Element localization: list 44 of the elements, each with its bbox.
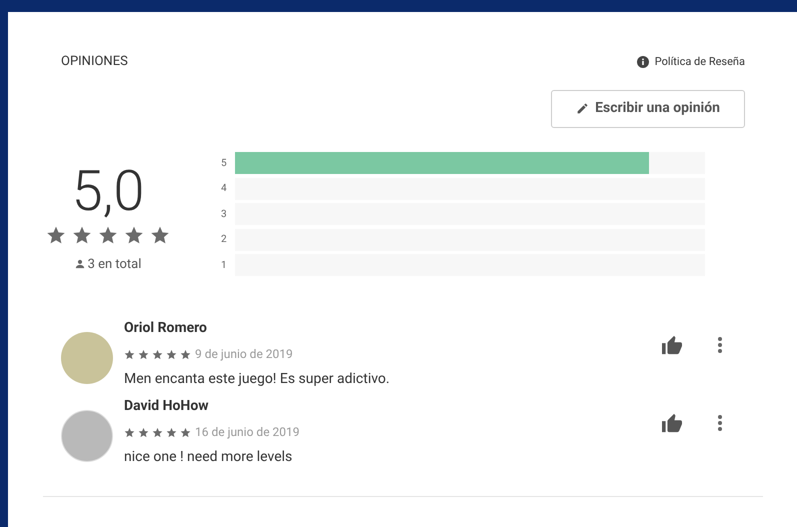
avatar-logo-placeholder <box>61 332 113 384</box>
review-date: 16 de junio de 2019 <box>195 424 300 441</box>
star-icon <box>98 224 118 244</box>
thumbs-up-icon <box>661 335 683 355</box>
star-icon <box>46 224 66 244</box>
thumbs-up-button[interactable] <box>659 412 685 434</box>
star-icon <box>152 426 163 438</box>
star-icon <box>138 348 149 360</box>
person-icon <box>74 259 85 270</box>
review-text: Men encanta este juego! Es super adictivo. <box>124 370 391 389</box>
more-vertical-icon <box>718 337 722 353</box>
star-icon <box>138 426 149 438</box>
thumbs-up-icon <box>661 413 683 433</box>
star-icon <box>152 348 163 360</box>
avatar-photo-placeholder <box>61 410 113 462</box>
star-icon <box>166 426 177 438</box>
rating-level-label: 3 <box>221 208 228 222</box>
review-date: 9 de junio de 2019 <box>195 346 293 363</box>
info-icon <box>636 56 649 68</box>
reviewer-name: Oriol Romero <box>124 319 208 338</box>
rating-level-label: 4 <box>221 182 228 196</box>
section-title: OPINIONES <box>61 53 128 71</box>
rating-level-label: 2 <box>221 233 228 248</box>
star-icon <box>180 348 191 360</box>
rating-level-label: 5 <box>221 156 228 171</box>
reviewer-name: David HoHow <box>124 397 210 416</box>
star-icon <box>150 224 170 244</box>
star-icon <box>124 224 144 244</box>
write-review-button[interactable]: Escribir una opinión <box>551 90 745 128</box>
more-vertical-icon <box>718 415 722 431</box>
more-options-button[interactable] <box>715 412 725 434</box>
review-text: nice one ! need more levels <box>124 448 294 467</box>
star-icon <box>166 348 177 360</box>
star-icon <box>124 426 135 438</box>
thumbs-up-button[interactable] <box>659 334 685 356</box>
star-icon <box>124 348 135 360</box>
policy-link[interactable]: Política de Reseña <box>636 54 745 70</box>
star-icon <box>180 426 191 438</box>
more-options-button[interactable] <box>715 334 725 356</box>
rating-level-label: 1 <box>221 258 228 273</box>
total-reviews: 3 en total <box>88 256 142 274</box>
pencil-icon <box>576 102 590 115</box>
average-score: 5,0 <box>72 162 144 218</box>
star-icon <box>72 224 92 244</box>
